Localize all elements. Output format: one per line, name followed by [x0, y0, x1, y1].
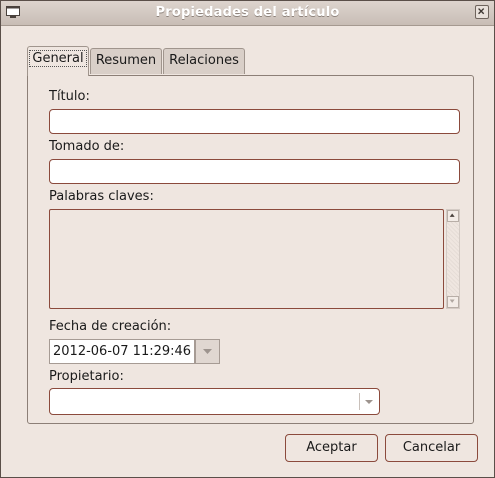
cancelar-button[interactable]: Cancelar [385, 434, 478, 462]
palabras-scrollbar[interactable] [446, 209, 460, 309]
close-icon [478, 8, 485, 15]
dropdown-arrow-icon [365, 400, 373, 404]
general-tab-panel: Título: Tomado de: Palabras claves: Fech… [27, 75, 474, 424]
aceptar-button[interactable]: Aceptar [285, 434, 378, 462]
tomado-label: Tomado de: [49, 139, 125, 154]
titulo-input[interactable] [49, 109, 460, 134]
tomado-input[interactable] [49, 159, 460, 184]
tab-relaciones[interactable]: Relaciones [163, 48, 245, 74]
scroll-up-icon [449, 213, 455, 217]
tab-relaciones-label: Relaciones [169, 53, 239, 68]
tab-resumen-label: Resumen [95, 53, 157, 68]
window-title: Propiedades del artículo [155, 5, 340, 20]
close-button[interactable] [475, 5, 489, 19]
fecha-label: Fecha de creación: [49, 319, 172, 334]
scroll-down-icon [449, 299, 455, 303]
scroll-down-button[interactable] [447, 296, 459, 308]
propietario-combo[interactable] [49, 388, 380, 415]
combo-separator [359, 393, 360, 410]
dropdown-arrow-icon [203, 349, 212, 354]
properties-dialog: Propiedades del artículo General Resumen… [0, 0, 495, 478]
fecha-input[interactable]: 2012-06-07 11:29:46 [49, 339, 195, 364]
tab-general-label: General [29, 50, 87, 67]
tab-general[interactable]: General [27, 46, 89, 76]
titulo-label: Título: [49, 89, 90, 104]
fecha-dropdown-button[interactable] [195, 339, 220, 364]
tab-resumen[interactable]: Resumen [90, 48, 162, 74]
scroll-up-button[interactable] [447, 210, 459, 222]
title-bar[interactable]: Propiedades del artículo [1, 1, 494, 26]
propietario-label: Propietario: [49, 369, 124, 384]
palabras-textarea[interactable] [49, 209, 444, 309]
palabras-label: Palabras claves: [49, 189, 154, 204]
